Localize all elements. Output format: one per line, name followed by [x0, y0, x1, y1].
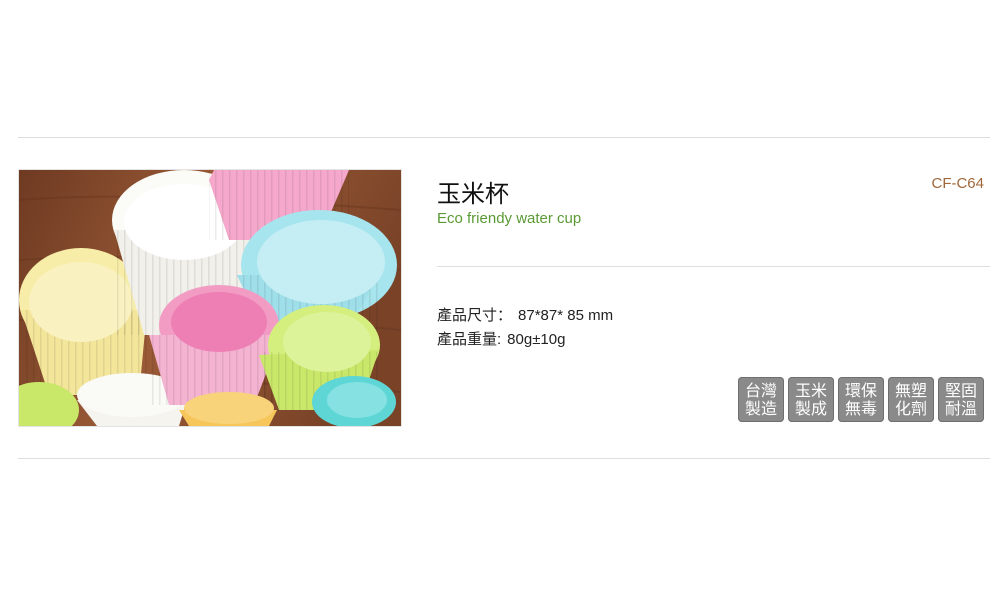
badge-no-plasticizer: 無塑 化劑: [888, 377, 934, 422]
badge-line: 無塑: [894, 380, 927, 400]
details-divider: [437, 266, 990, 267]
product-photo[interactable]: [18, 169, 402, 427]
badge-durable-heat-resistant: 堅固 耐溫: [938, 377, 984, 422]
badge-line: 玉米: [794, 380, 827, 400]
feature-badges: 台灣 製造 玉米 製成 環保 無毒 無塑 化劑 堅固 耐溫: [738, 377, 984, 422]
badge-line: 環保: [844, 380, 877, 400]
spec-weight-value: 80g±10g: [507, 331, 566, 348]
badge-line: 製成: [794, 398, 827, 418]
spec-weight-label: 產品重量:: [437, 331, 502, 348]
bottom-divider: [18, 458, 990, 459]
spec-weight: 產品重量: 80g±10g: [437, 328, 565, 349]
badge-eco-nontoxic: 環保 無毒: [838, 377, 884, 422]
spec-size: 產品尺寸： 87*87* 85 mm: [437, 304, 613, 325]
badge-line: 製造: [744, 398, 777, 418]
spec-size-label: 產品尺寸：: [437, 307, 513, 324]
product-code: CF-C64: [931, 175, 984, 192]
spec-size-value: 87*87* 85 mm: [518, 307, 614, 324]
badge-corn-made: 玉米 製成: [788, 377, 834, 422]
badge-line: 無毒: [844, 398, 877, 418]
badge-line: 耐溫: [944, 398, 977, 418]
pastel-cups-photo-icon: [19, 170, 401, 426]
badge-line: 化劑: [894, 398, 927, 418]
badge-line: 堅固: [944, 380, 977, 400]
product-subtitle: Eco friendy water cup: [437, 210, 582, 227]
product-title: 玉米杯: [437, 180, 509, 208]
top-divider: [18, 137, 990, 138]
badge-made-in-taiwan: 台灣 製造: [738, 377, 784, 422]
badge-line: 台灣: [744, 380, 777, 400]
